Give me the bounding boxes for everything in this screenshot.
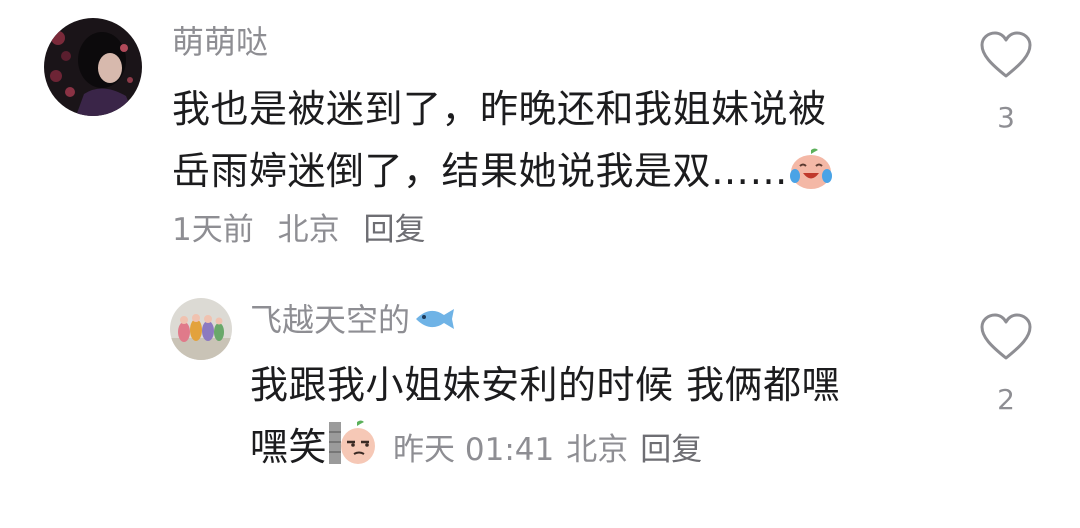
like-button[interactable]: 2 [976, 312, 1036, 416]
heart-outline-icon[interactable] [979, 312, 1033, 362]
comment-text-line: 我跟我小姐妹安利的时候 我俩都嘿 [250, 363, 841, 407]
avatar[interactable] [44, 18, 142, 116]
like-count: 3 [997, 101, 1015, 134]
crying-laughing-peach-emoji-icon [788, 146, 834, 208]
username-text[interactable]: 飞越天空的 [250, 301, 410, 339]
comment-time: 昨天 01:41 [393, 432, 555, 468]
comment-meta: 昨天 01:41 北京 回复 [393, 432, 702, 468]
reply-button[interactable]: 回复 [640, 432, 702, 468]
comment-text-line: 嘿笑 昨天 01:41 北京 回复 [250, 416, 840, 484]
username[interactable]: 萌萌哒 [172, 22, 268, 62]
comment-text: 我跟我小姐妹安利的时候 我俩都嘿 嘿笑 昨天 01:41 北京 回复 [250, 354, 840, 484]
like-count: 2 [997, 383, 1015, 416]
comment-meta: 1天前 北京 回复 [172, 210, 425, 250]
peeking-wall-peach-emoji-icon [327, 418, 377, 484]
avatar[interactable] [170, 298, 232, 360]
comment-text-line: 岳雨婷迷倒了，结果她说我是双…… [172, 140, 834, 208]
comment-time: 1天前 [172, 212, 254, 248]
like-button[interactable]: 3 [976, 30, 1036, 134]
fish-icon [412, 303, 458, 344]
username[interactable]: 飞越天空的 [250, 300, 458, 344]
comment-text: 我也是被迷到了，昨晚还和我姐妹说被 岳雨婷迷倒了，结果她说我是双…… [172, 78, 834, 208]
comment-text-line: 我也是被迷到了，昨晚还和我姐妹说被 [172, 87, 827, 131]
comment-location: 北京 [566, 432, 629, 468]
username-text[interactable]: 萌萌哒 [172, 23, 268, 61]
reply-button[interactable]: 回复 [363, 212, 425, 248]
heart-outline-icon[interactable] [979, 30, 1033, 80]
comment-location: 北京 [277, 212, 340, 248]
